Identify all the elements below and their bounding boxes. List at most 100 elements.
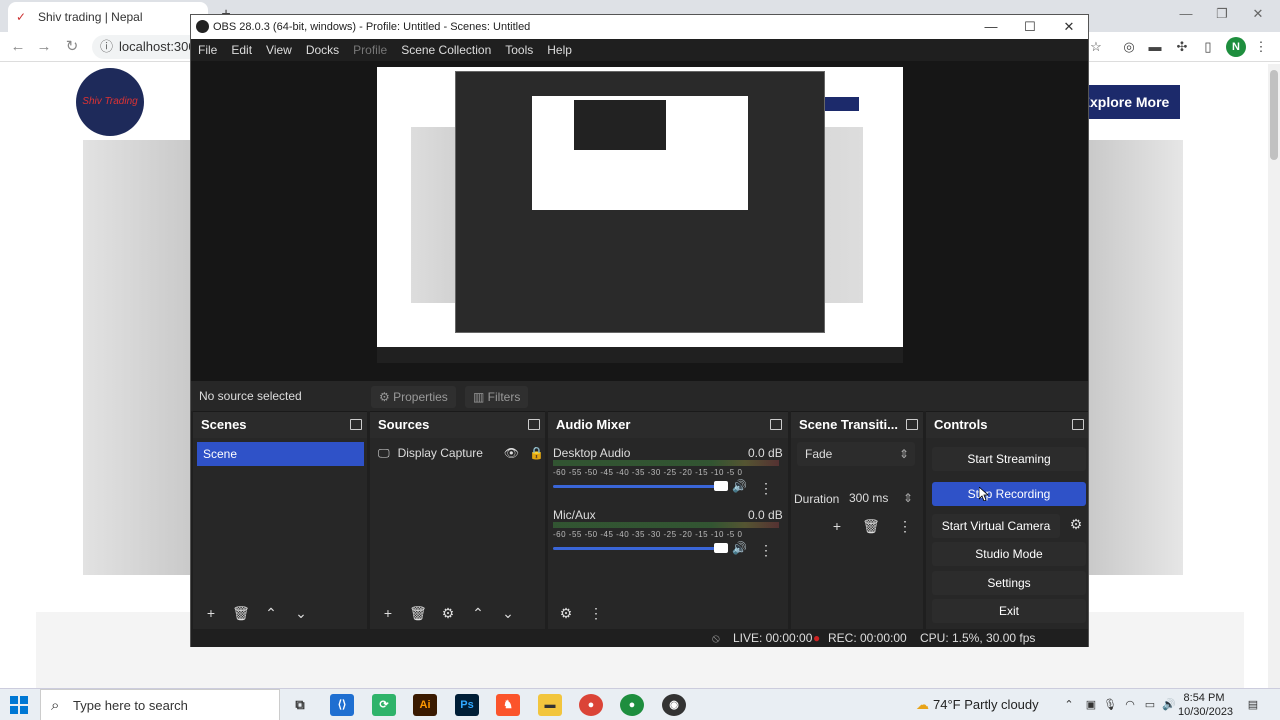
source-up-icon[interactable]: ⌃ — [468, 603, 488, 623]
virtual-camera-settings-icon[interactable]: ⚙ — [1066, 516, 1086, 536]
stop-recording-button[interactable]: Stop Recording — [932, 482, 1086, 506]
media-icon[interactable]: ▬ — [1147, 39, 1163, 55]
source-list-item[interactable]: 🖵 Display Capture 👁 🔒 — [378, 442, 544, 464]
battery-icon[interactable]: ▭ — [1143, 698, 1157, 712]
program-preview[interactable] — [377, 67, 903, 363]
site-logo-text: Shiv Trading — [82, 96, 138, 107]
weather-widget[interactable]: ☁ 74°F Partly cloudy — [916, 689, 1039, 720]
star-icon[interactable]: ☆ — [1088, 39, 1104, 55]
obs-close-icon[interactable]: ✕ — [1050, 15, 1088, 39]
remove-source-icon[interactable]: 🗑 — [408, 603, 428, 623]
microphone-icon[interactable]: 🎙 — [1103, 698, 1117, 712]
photoshop-icon[interactable]: Ps — [455, 694, 479, 716]
mic-aux-mute-icon[interactable]: 🔊 — [732, 541, 747, 555]
menu-help[interactable]: Help — [540, 43, 579, 57]
controls-undock-icon[interactable] — [1072, 419, 1084, 430]
remove-scene-icon[interactable]: 🗑 — [231, 603, 251, 623]
menu-edit[interactable]: Edit — [224, 43, 259, 57]
puzzle-icon[interactable]: ✣ — [1174, 39, 1190, 55]
volume-icon[interactable]: 🔊 — [1162, 698, 1176, 712]
controls-dock: Controls Start Streaming Stop Recording … — [926, 411, 1088, 633]
minimize-icon[interactable]: — — [1166, 4, 1206, 24]
wifi-icon[interactable]: ◠ — [1123, 698, 1137, 712]
windows-start-icon[interactable] — [10, 696, 28, 714]
browser-tab[interactable]: ✓ Shiv trading | Nepal — [8, 2, 208, 32]
properties-button[interactable]: ⚙ Properties — [371, 386, 456, 408]
obs-taskbar-icon[interactable]: ◉ — [662, 694, 686, 716]
move-up-icon[interactable]: ⌃ — [261, 603, 281, 623]
eye-icon[interactable]: 👁 — [504, 442, 519, 464]
lock-icon[interactable]: 🔒 — [529, 442, 544, 464]
transition-menu-icon[interactable]: ⋮ — [895, 516, 915, 536]
mic-aux-slider[interactable] — [553, 547, 721, 550]
add-scene-icon[interactable]: + — [201, 603, 221, 623]
mic-aux-slider-knob[interactable] — [714, 543, 728, 553]
extension-icon[interactable]: ◎ — [1121, 39, 1137, 55]
transition-select[interactable]: Fade ⇕ — [797, 442, 915, 466]
menu-profile[interactable]: Profile — [346, 43, 394, 57]
close-icon[interactable]: ✕ — [1238, 4, 1278, 24]
duration-input[interactable]: 300 ms ⇕ — [845, 487, 917, 509]
brave-icon[interactable]: ♞ — [496, 694, 520, 716]
scenes-undock-icon[interactable] — [350, 419, 362, 430]
desktop-audio-slider[interactable] — [553, 485, 721, 488]
source-toolbar: No source selected ⚙ Properties ▥ Filter… — [191, 381, 1088, 411]
menu-tools[interactable]: Tools — [498, 43, 540, 57]
source-settings-icon[interactable]: ⚙ — [438, 603, 458, 623]
filters-button[interactable]: ▥ Filters — [465, 386, 529, 408]
mixer-menu-icon[interactable]: ⋮ — [586, 603, 606, 623]
advanced-audio-icon[interactable]: ⚙ — [556, 603, 576, 623]
studio-mode-button[interactable]: Studio Mode — [932, 542, 1086, 566]
taskbar-search[interactable]: ⌕ Type here to search — [40, 689, 280, 720]
desktop-audio-meter — [553, 460, 779, 466]
taskbar-clock[interactable]: 8:54 PM 10/30/2023 — [1178, 691, 1233, 720]
page-scrollbar-thumb[interactable] — [1270, 70, 1278, 160]
profile-avatar[interactable]: N — [1226, 37, 1246, 57]
menu-icon[interactable]: ⋮ — [1253, 39, 1269, 55]
menu-view[interactable]: View — [259, 43, 299, 57]
chrome-profile-icon[interactable]: ● — [620, 694, 644, 716]
spin-icon[interactable]: ⇕ — [903, 487, 913, 509]
sources-toolbar: + 🗑 ⚙ ⌃ ⌄ — [370, 598, 545, 628]
chrome-icon[interactable]: ● — [579, 694, 603, 716]
exit-button[interactable]: Exit — [932, 599, 1086, 623]
mixer-toolbar: ⚙ ⋮ — [548, 598, 788, 628]
remove-transition-icon[interactable]: 🗑 — [861, 516, 881, 536]
tray-app-icon[interactable]: ▣ — [1084, 698, 1098, 712]
tray-chevron-icon[interactable]: ⌃ — [1062, 698, 1076, 712]
reload-icon[interactable]: ↻ — [62, 37, 82, 57]
desktop-audio-menu-icon[interactable]: ⋮ — [756, 478, 776, 498]
sources-undock-icon[interactable] — [528, 419, 540, 430]
obs-maximize-icon[interactable]: ☐ — [1011, 15, 1049, 39]
notifications-icon[interactable]: ▤ — [1246, 698, 1260, 712]
weather-icon: ☁ — [916, 697, 929, 712]
maximize-icon[interactable]: ❐ — [1202, 4, 1242, 24]
source-down-icon[interactable]: ⌄ — [498, 603, 518, 623]
app-icon[interactable]: ⟳ — [372, 694, 396, 716]
desktop-audio-slider-knob[interactable] — [714, 481, 728, 491]
menu-file[interactable]: File — [191, 43, 224, 57]
menu-docks[interactable]: Docks — [299, 43, 346, 57]
file-explorer-icon[interactable]: ▬ — [538, 694, 562, 716]
start-virtual-camera-button[interactable]: Start Virtual Camera — [932, 514, 1060, 538]
mic-aux-menu-icon[interactable]: ⋮ — [756, 540, 776, 560]
illustrator-icon[interactable]: Ai — [413, 694, 437, 716]
menu-scene-collection[interactable]: Scene Collection — [394, 43, 498, 57]
add-source-icon[interactable]: + — [378, 603, 398, 623]
site-logo[interactable]: Shiv Trading — [76, 68, 144, 136]
preview-recursive-inner — [532, 96, 748, 210]
sidepanel-icon[interactable]: ▯ — [1200, 39, 1216, 55]
add-transition-icon[interactable]: + — [827, 516, 847, 536]
move-down-icon[interactable]: ⌄ — [291, 603, 311, 623]
task-view-icon[interactable]: ⧉ — [288, 694, 312, 716]
obs-minimize-icon[interactable]: — — [972, 15, 1010, 39]
settings-button[interactable]: Settings — [932, 571, 1086, 595]
scene-list-item[interactable]: Scene — [197, 442, 364, 466]
vscode-icon[interactable]: ⟨⟩ — [330, 694, 354, 716]
desktop-audio-mute-icon[interactable]: 🔊 — [732, 479, 747, 493]
transitions-undock-icon[interactable] — [906, 419, 918, 430]
back-icon[interactable]: ← — [8, 37, 28, 57]
start-streaming-button[interactable]: Start Streaming — [932, 447, 1086, 471]
mixer-undock-icon[interactable] — [770, 419, 782, 430]
forward-icon[interactable]: → — [34, 37, 54, 57]
